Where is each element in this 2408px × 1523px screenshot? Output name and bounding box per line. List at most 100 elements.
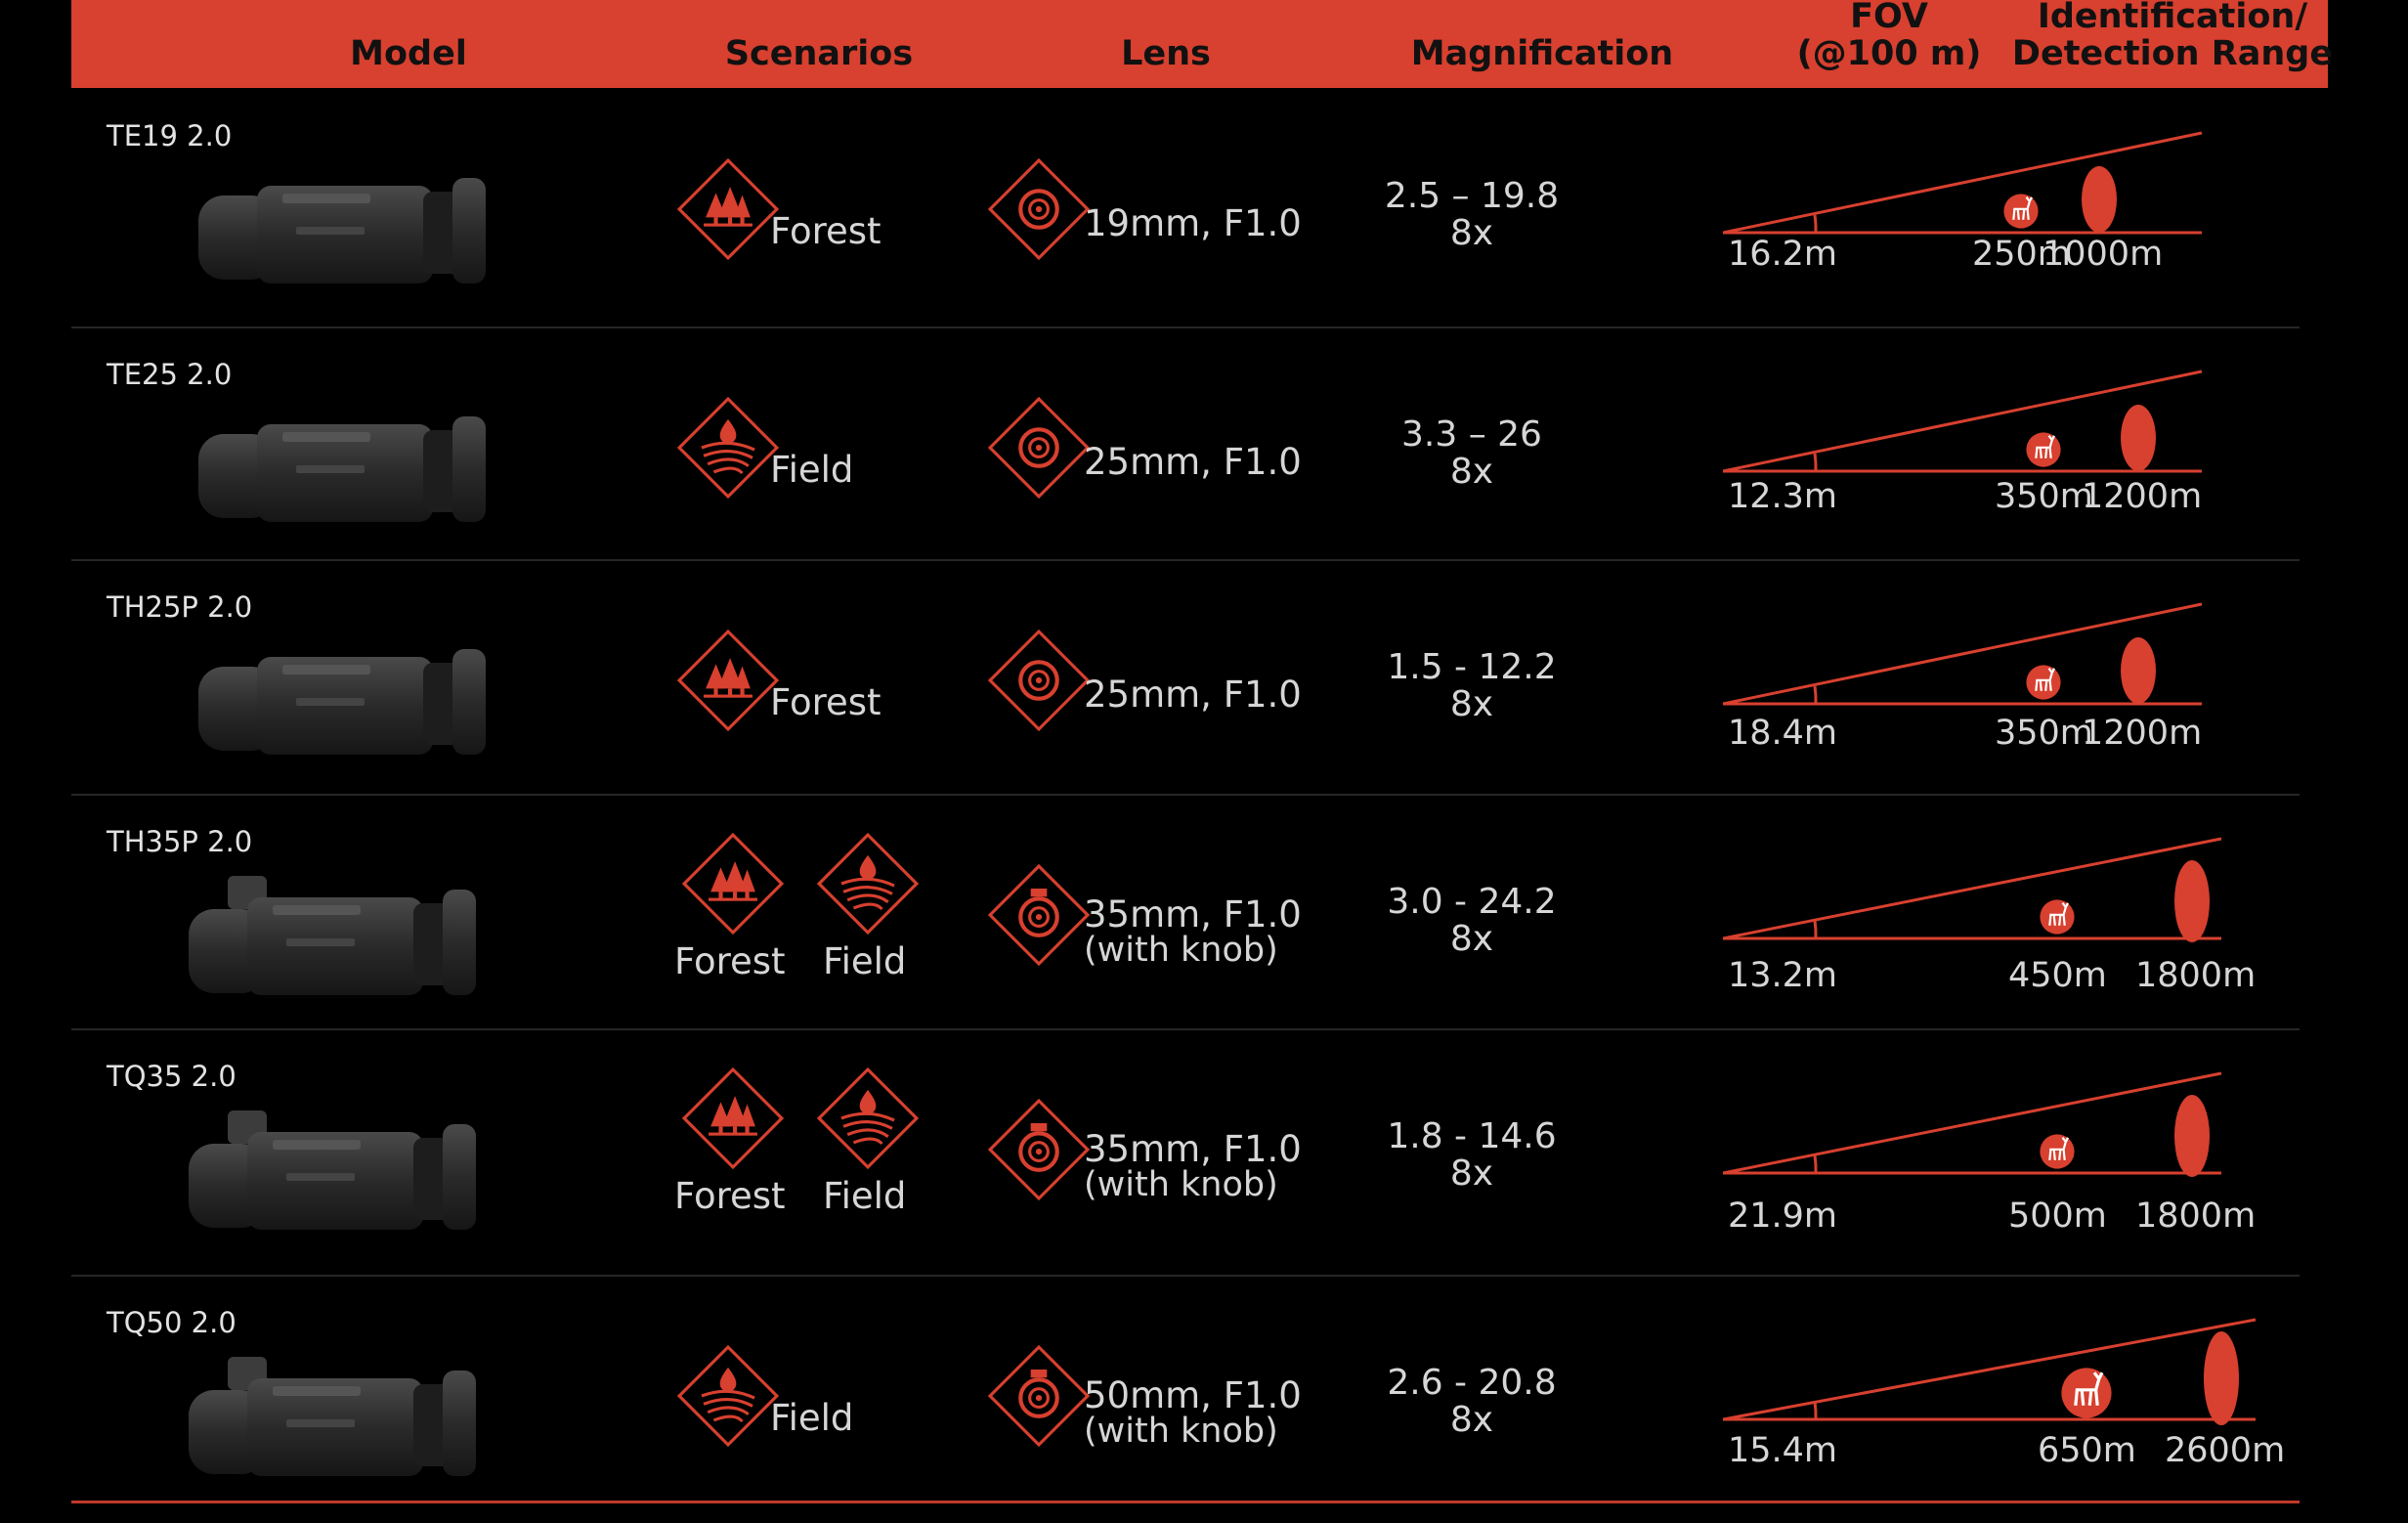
scenario-label: Field bbox=[770, 1397, 854, 1439]
field-icon bbox=[677, 1345, 779, 1447]
range-slope bbox=[1723, 131, 2203, 235]
detection-target-ellipse bbox=[2204, 1331, 2239, 1425]
range-slope bbox=[1723, 1071, 2222, 1175]
scope-image bbox=[198, 416, 486, 522]
magnification-range: 2.6 - 20.8 bbox=[1387, 1363, 1557, 1403]
magnification-zoom: 8x bbox=[1449, 213, 1494, 253]
magnification-range: 3.0 - 24.2 bbox=[1387, 882, 1557, 922]
fov-angle-arc bbox=[1813, 685, 1818, 705]
model-name: TE19 2.0 bbox=[107, 119, 233, 152]
fov-value: 16.2m bbox=[1728, 235, 1838, 274]
scope-image bbox=[189, 1357, 476, 1476]
scope-image bbox=[198, 649, 486, 755]
fov-value: 18.4m bbox=[1728, 714, 1838, 753]
detection-range: 1800m bbox=[2135, 956, 2257, 995]
magnification-range: 2.5 – 19.8 bbox=[1384, 176, 1560, 216]
scenario-label: Forest bbox=[674, 940, 786, 982]
fov-value: 15.4m bbox=[1728, 1431, 1838, 1470]
header-magnification: Magnification bbox=[1410, 34, 1674, 73]
lens-spec: 50mm, F1.0 bbox=[1084, 1374, 1302, 1416]
model-name: TQ50 2.0 bbox=[107, 1306, 236, 1339]
lens-spec: 35mm, F1.0 bbox=[1084, 893, 1302, 936]
range-slope bbox=[1723, 837, 2222, 940]
detection-target-ellipse bbox=[2121, 405, 2156, 471]
lens-note: (with knob) bbox=[1084, 931, 1278, 970]
table-row: TH35P 2.0 Forest Field 35mm, F1.0 (with knob… bbox=[71, 794, 2300, 1028]
lens-knob-icon bbox=[988, 864, 1090, 966]
header-scenarios: Scenarios bbox=[724, 34, 914, 73]
magnification-range: 1.5 - 12.2 bbox=[1387, 647, 1557, 687]
detection-range: 1000m bbox=[2042, 235, 2164, 274]
table-bottom-rule bbox=[71, 1501, 2300, 1503]
forest-icon bbox=[677, 158, 779, 260]
model-name: TQ35 2.0 bbox=[107, 1060, 236, 1093]
scope-image bbox=[189, 876, 476, 995]
forest-icon bbox=[677, 630, 779, 731]
identification-range: 650m bbox=[2038, 1431, 2136, 1470]
scenario-label: Forest bbox=[770, 210, 882, 252]
detection-target-ellipse bbox=[2174, 1095, 2210, 1177]
identification-range: 350m bbox=[1995, 477, 2093, 516]
model-name: TE25 2.0 bbox=[107, 358, 233, 391]
deer-icon bbox=[2025, 431, 2062, 468]
forest-icon bbox=[682, 1067, 784, 1169]
table-row: TQ50 2.0 Field 50mm, F1.0 (with knob) 2.6 - … bbox=[71, 1275, 2300, 1503]
lens-spec: 25mm, F1.0 bbox=[1084, 441, 1302, 483]
magnification-range: 1.8 - 14.6 bbox=[1387, 1116, 1557, 1156]
header-lens: Lens bbox=[1121, 34, 1211, 73]
deer-icon bbox=[2002, 193, 2040, 230]
magnification-zoom: 8x bbox=[1449, 1153, 1494, 1194]
scenario-label: Forest bbox=[674, 1175, 786, 1217]
forest-icon bbox=[682, 833, 784, 935]
lens-spec: 19mm, F1.0 bbox=[1084, 202, 1302, 244]
magnification-range: 3.3 – 26 bbox=[1401, 414, 1542, 455]
header-model: Model bbox=[350, 34, 467, 73]
detection-range: 2600m bbox=[2165, 1431, 2286, 1470]
scenario-label: Forest bbox=[770, 681, 882, 723]
deer-icon bbox=[2025, 664, 2062, 701]
fov-value: 12.3m bbox=[1728, 477, 1838, 516]
lens-note: (with knob) bbox=[1084, 1412, 1278, 1451]
detection-range: 1200m bbox=[2082, 477, 2203, 516]
lens-spec: 25mm, F1.0 bbox=[1084, 674, 1302, 716]
fov-angle-arc bbox=[1813, 1401, 1818, 1420]
lens-knob-icon bbox=[988, 1099, 1090, 1200]
magnification-zoom: 8x bbox=[1449, 1400, 1494, 1440]
deer-icon bbox=[2039, 1133, 2076, 1170]
identification-range: 500m bbox=[2008, 1197, 2107, 1236]
deer-icon bbox=[2059, 1366, 2114, 1420]
detection-target-ellipse bbox=[2174, 860, 2210, 942]
lens-icon bbox=[988, 158, 1090, 260]
lens-icon bbox=[988, 630, 1090, 731]
table-header: Model Scenarios Lens Magnification FOV (@… bbox=[71, 0, 2333, 88]
scope-image bbox=[198, 178, 486, 283]
scenario-label: Field bbox=[770, 449, 854, 491]
magnification-zoom: 8x bbox=[1449, 684, 1494, 724]
identification-range: 350m bbox=[1995, 714, 2093, 753]
field-icon bbox=[817, 1067, 919, 1169]
detection-range: 1200m bbox=[2082, 714, 2203, 753]
scope-image bbox=[189, 1110, 476, 1230]
lens-knob-icon bbox=[988, 1345, 1090, 1447]
model-name: TH25P 2.0 bbox=[107, 590, 253, 624]
range-slope bbox=[1723, 1318, 2257, 1421]
table-row: TH25P 2.0 Forest 25mm, F1.0 1.5 - 12.2 8x 18.… bbox=[71, 559, 2300, 794]
magnification-zoom: 8x bbox=[1449, 919, 1494, 959]
fov-value: 13.2m bbox=[1728, 956, 1838, 995]
table-row: TE19 2.0 Forest 19mm, F1.0 2.5 – 19.8 8x 16.2… bbox=[71, 88, 2300, 326]
field-icon bbox=[677, 397, 779, 499]
fov-angle-arc bbox=[1813, 1154, 1818, 1174]
deer-icon bbox=[2039, 898, 2076, 936]
model-name: TH35P 2.0 bbox=[107, 825, 253, 858]
table-row: TQ35 2.0 Forest Field 35mm, F1.0 (with knob)… bbox=[71, 1028, 2300, 1275]
lens-note: (with knob) bbox=[1084, 1165, 1278, 1204]
magnification-zoom: 8x bbox=[1449, 452, 1494, 492]
field-icon bbox=[817, 833, 919, 935]
fov-angle-arc bbox=[1813, 214, 1818, 234]
detection-target-ellipse bbox=[2082, 166, 2117, 233]
fov-value: 21.9m bbox=[1728, 1197, 1838, 1236]
detection-range: 1800m bbox=[2135, 1197, 2257, 1236]
header-range: Identification/Detection Range bbox=[2011, 0, 2334, 73]
lens-spec: 35mm, F1.0 bbox=[1084, 1128, 1302, 1170]
fov-angle-arc bbox=[1813, 453, 1818, 472]
